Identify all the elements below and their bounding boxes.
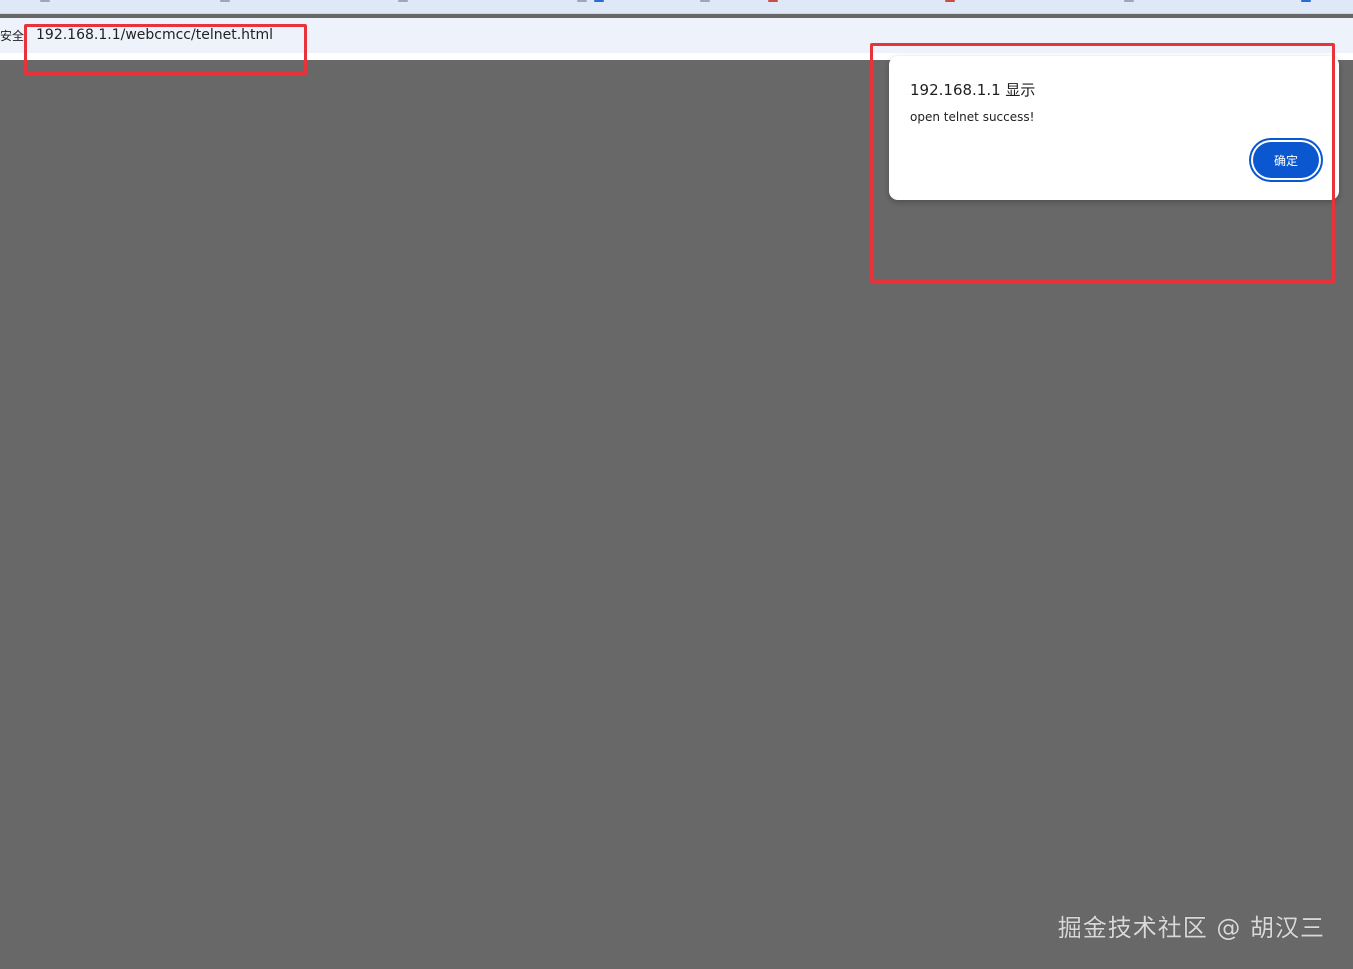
bookmarks-strip xyxy=(0,0,1353,14)
bookmark-fragment[interactable] xyxy=(768,0,778,2)
bookmark-fragment[interactable] xyxy=(700,0,710,2)
bookmark-fragment[interactable] xyxy=(220,0,230,2)
url-text[interactable]: 192.168.1.1/webcmcc/telnet.html xyxy=(36,27,273,43)
alert-title: 192.168.1.1 显示 xyxy=(910,81,1036,99)
bookmark-fragment[interactable] xyxy=(40,0,50,2)
alert-message: open telnet success! xyxy=(910,110,1035,124)
security-status-label[interactable]: 安全 xyxy=(0,27,24,44)
alert-dialog: 192.168.1.1 显示 open telnet success! 确定 xyxy=(889,56,1339,200)
bookmark-fragment[interactable] xyxy=(577,0,587,2)
address-bar[interactable]: 安全 192.168.1.1/webcmcc/telnet.html xyxy=(0,18,1353,54)
bookmark-fragment[interactable] xyxy=(945,0,955,2)
watermark: 掘金技术社区 @ 胡汉三 xyxy=(1057,914,1325,942)
bookmark-fragment[interactable] xyxy=(398,0,408,2)
bookmark-fragment[interactable] xyxy=(1301,0,1311,2)
bookmark-fragment[interactable] xyxy=(594,0,604,2)
address-divider xyxy=(25,26,26,44)
ok-button[interactable]: 确定 xyxy=(1253,142,1319,178)
bookmark-fragment[interactable] xyxy=(1124,0,1134,2)
